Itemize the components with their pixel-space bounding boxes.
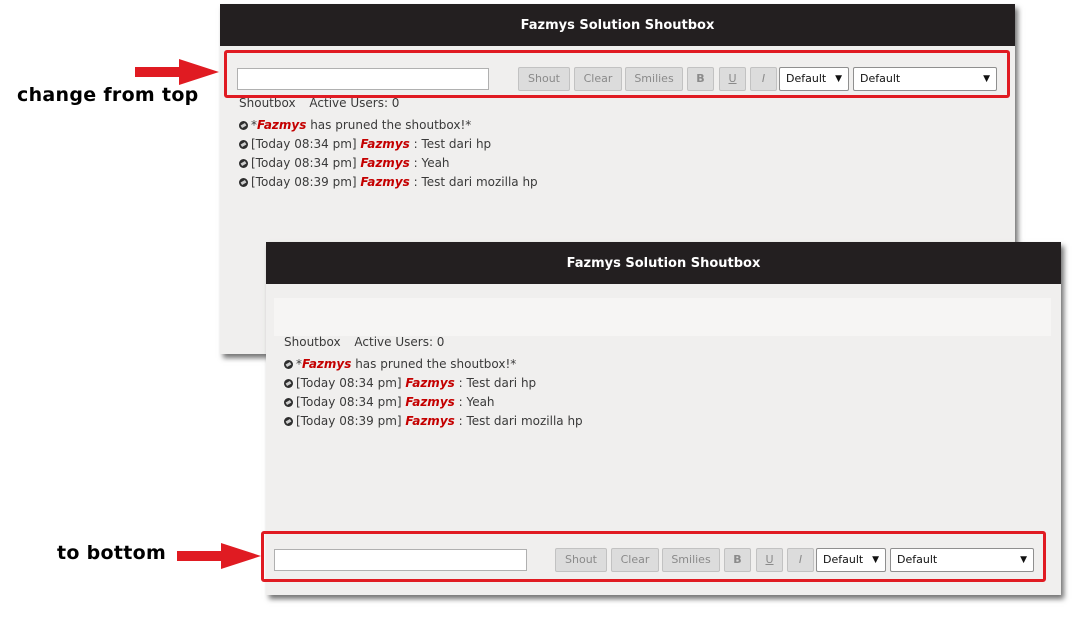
highlight-box-top [224,50,1010,98]
annotation-top-label: change from top [17,84,199,106]
shoutbox-tab[interactable]: Shoutbox [284,335,341,349]
message-prefix: [Today 08:39 pm] [251,175,361,189]
message-prefix: [Today 08:34 pm] [251,156,361,170]
arrow-right-icon [177,543,261,569]
bullet-icon [284,417,293,426]
shoutbox-status: Shoutbox Active Users: 0 [284,335,444,349]
message-user[interactable]: Fazmys [360,137,409,151]
message-prefix: [Today 08:34 pm] [296,376,406,390]
shoutbox-tab[interactable]: Shoutbox [239,96,296,110]
message-user[interactable]: Fazmys [360,175,409,189]
shoutbox-status: Shoutbox Active Users: 0 [239,96,399,110]
message-user[interactable]: Fazmys [257,118,306,132]
message-row: [Today 08:39 pm] Fazmys : Test dari mozi… [284,412,583,431]
bullet-icon [239,159,248,168]
annotation-bottom-label: to bottom [57,542,167,564]
message-list: *Fazmys has pruned the shoutbox!* [Today… [284,355,583,431]
message-row: [Today 08:39 pm] Fazmys : Test dari mozi… [239,173,538,192]
message-prefix: [Today 08:39 pm] [296,414,406,428]
bullet-icon [284,398,293,407]
shoutbox-title: Fazmys Solution Shoutbox [266,242,1061,284]
message-user[interactable]: Fazmys [302,357,351,371]
message-user[interactable]: Fazmys [360,156,409,170]
message-row: *Fazmys has pruned the shoutbox!* [239,116,538,135]
empty-toolbar-area [274,298,1051,336]
message-row: *Fazmys has pruned the shoutbox!* [284,355,583,374]
bullet-icon [284,379,293,388]
shoutbox-title: Fazmys Solution Shoutbox [220,4,1015,46]
message-list: *Fazmys has pruned the shoutbox!* [Today… [239,116,538,192]
message-text: : Test dari mozilla hp [409,175,538,189]
message-prefix: [Today 08:34 pm] [296,395,406,409]
shoutbox-panel-after: Fazmys Solution Shoutbox Shoutbox Active… [261,242,1061,595]
message-text: : Test dari mozilla hp [454,414,583,428]
active-users: Active Users: 0 [309,96,400,110]
message-row: [Today 08:34 pm] Fazmys : Test dari hp [239,135,538,154]
message-row: [Today 08:34 pm] Fazmys : Yeah [284,393,583,412]
message-row: [Today 08:34 pm] Fazmys : Test dari hp [284,374,583,393]
bullet-icon [284,360,293,369]
bullet-icon [239,178,248,187]
message-row: [Today 08:34 pm] Fazmys : Yeah [239,154,538,173]
message-prefix: [Today 08:34 pm] [251,137,361,151]
message-text: has pruned the shoutbox!* [306,118,472,132]
message-text: has pruned the shoutbox!* [351,357,517,371]
active-users: Active Users: 0 [354,335,445,349]
message-user[interactable]: Fazmys [405,414,454,428]
message-text: : Test dari hp [409,137,492,151]
message-text: : Yeah [454,395,495,409]
bullet-icon [239,121,248,130]
message-user[interactable]: Fazmys [405,395,454,409]
message-text: : Yeah [409,156,450,170]
message-user[interactable]: Fazmys [405,376,454,390]
arrow-right-icon [135,59,219,85]
highlight-box-bottom [261,531,1046,582]
message-text: : Test dari hp [454,376,537,390]
bullet-icon [239,140,248,149]
